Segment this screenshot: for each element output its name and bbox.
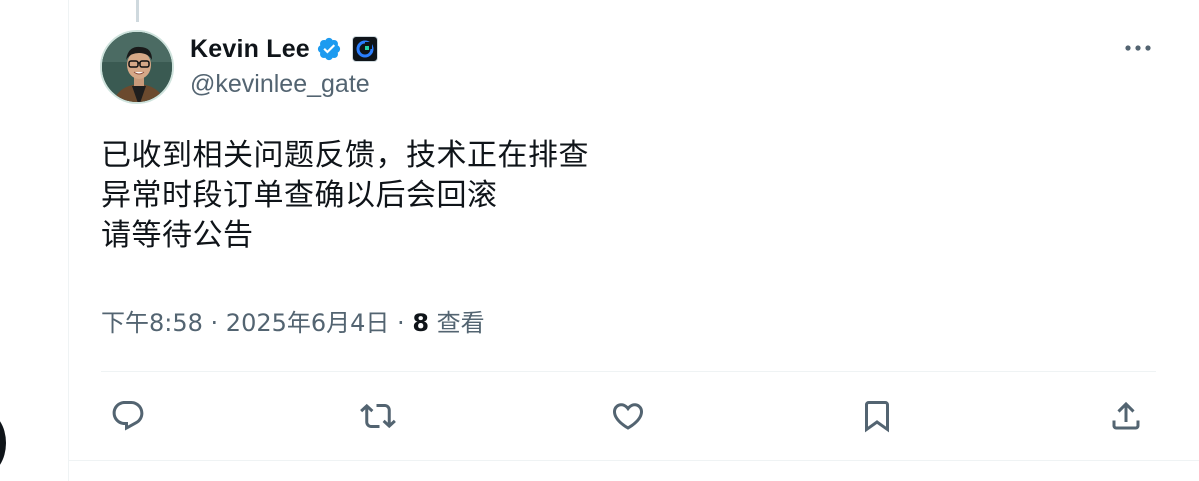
share-icon [1112, 401, 1140, 430]
thread-connector-line [136, 0, 139, 22]
tweet-page: Kevin Lee @kevinlee_gate 已收到相关问题反馈，技术正在排… [0, 0, 1199, 481]
reply-icon [112, 401, 144, 431]
tweet-bottom-border [68, 460, 1199, 461]
timeline-column-border [68, 0, 69, 481]
tweet-text: 已收到相关问题反馈，技术正在排查 异常时段订单查确以后会回滚 请等待公告 [101, 136, 589, 256]
views-label: 查看 [429, 309, 485, 337]
tweet-text-line: 已收到相关问题反馈，技术正在排查 [101, 138, 589, 173]
author-display-name[interactable]: Kevin Lee [190, 35, 310, 64]
tweet-author: Kevin Lee @kevinlee_gate [190, 30, 378, 99]
tweet-text-line: 异常时段订单查确以后会回滚 [101, 178, 498, 213]
tweet-time[interactable]: 下午8:58 [101, 309, 203, 337]
author-avatar[interactable] [100, 30, 174, 104]
views-count: 8 [412, 309, 430, 337]
meta-divider [101, 371, 1156, 372]
gate-logo-icon[interactable] [351, 36, 378, 62]
heart-icon [612, 403, 644, 430]
bookmark-button[interactable] [857, 396, 897, 436]
bookmark-icon [865, 401, 889, 433]
share-button[interactable] [1106, 396, 1146, 436]
author-name-row: Kevin Lee [190, 30, 378, 68]
meta-separator: · [202, 309, 226, 337]
retweet-icon [360, 403, 396, 429]
author-handle[interactable]: @kevinlee_gate [190, 70, 378, 99]
verified-badge-icon[interactable] [316, 36, 342, 62]
retweet-button[interactable] [358, 396, 398, 436]
avatar-image [102, 32, 172, 102]
reply-button[interactable] [108, 396, 148, 436]
like-button[interactable] [608, 396, 648, 436]
tweet-text-line: 请等待公告 [101, 218, 254, 253]
tweet-meta: 下午8:58 · 2025年6月4日 · 8 查看 [101, 303, 485, 338]
floating-action-button[interactable] [0, 412, 6, 474]
meta-separator: · [389, 309, 413, 337]
tweet-date[interactable]: 2025年6月4日 [226, 309, 390, 337]
more-options-icon[interactable] [1122, 40, 1154, 56]
